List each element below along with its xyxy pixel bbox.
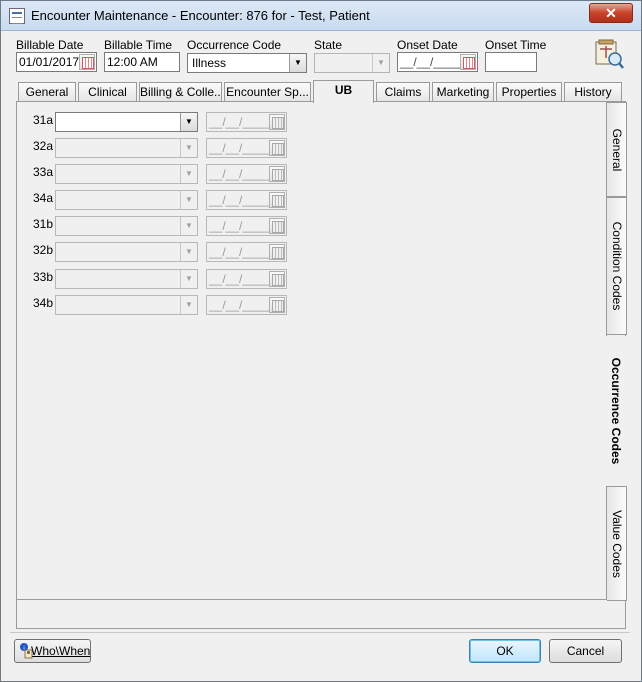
occurrence-date-value: __/__/____ xyxy=(209,141,270,155)
occurrence-code-combo[interactable]: ▼ xyxy=(55,112,198,132)
onset-time-label: Onset Time xyxy=(485,38,547,52)
chevron-down-icon[interactable]: ▼ xyxy=(180,139,197,157)
occurrence-date-field[interactable]: __/__/____ xyxy=(206,242,287,262)
side-tab-condition-codes-label: Condition Codes xyxy=(609,221,624,311)
who-when-button[interactable]: i Who\When xyxy=(14,639,91,663)
row-label: 32b xyxy=(33,243,54,257)
side-tab-value-codes[interactable]: Value Codes xyxy=(607,486,627,601)
occurrence-date-field[interactable]: __/__/____ xyxy=(206,295,287,315)
occurrence-date-value: __/__/____ xyxy=(209,219,270,233)
calendar-icon[interactable] xyxy=(79,54,95,70)
occurrence-date-field[interactable]: __/__/____ xyxy=(206,164,287,184)
occurrence-code-combo[interactable]: ▼ xyxy=(55,164,198,184)
occurrence-date-field[interactable]: __/__/____ xyxy=(206,269,287,289)
tab-properties[interactable]: Properties xyxy=(496,82,562,102)
occurrence-date-field[interactable]: __/__/____ xyxy=(206,138,287,158)
occurrence-date-value: __/__/____ xyxy=(209,167,270,181)
occurrence-date-field[interactable]: __/__/____ xyxy=(206,112,287,132)
chevron-down-icon[interactable]: ▼ xyxy=(180,243,197,261)
occurrence-date-value: __/__/____ xyxy=(209,193,270,207)
chevron-down-icon[interactable]: ▼ xyxy=(180,296,197,314)
calendar-icon[interactable] xyxy=(269,192,285,208)
ub-tab-panel: General Condition Codes Occurrence Codes… xyxy=(16,101,627,629)
row-label: 31b xyxy=(33,217,54,231)
window-title: Encounter Maintenance - Encounter: 876 f… xyxy=(31,8,370,23)
chevron-down-icon[interactable]: ▼ xyxy=(180,191,197,209)
occurrence-code-label: Occurrence Code xyxy=(187,38,282,52)
calendar-icon[interactable] xyxy=(269,218,285,234)
calendar-icon[interactable] xyxy=(460,54,476,70)
app-icon xyxy=(9,8,25,24)
onset-date-value: __/__/____ xyxy=(400,55,461,69)
side-tab-general[interactable]: General xyxy=(607,102,627,197)
row-label: 32a xyxy=(33,139,54,153)
billable-date-label: Billable Date xyxy=(16,38,84,52)
chevron-down-icon[interactable]: ▼ xyxy=(180,165,197,183)
title-bar: Encounter Maintenance - Encounter: 876 f… xyxy=(1,1,641,31)
occurrence-date-value: __/__/____ xyxy=(209,298,270,312)
billable-time-field[interactable]: 12:00 AM xyxy=(104,52,180,72)
row-label: 33b xyxy=(33,270,54,284)
calendar-icon[interactable] xyxy=(269,166,285,182)
occurrence-code-combo[interactable]: ▼ xyxy=(55,242,198,262)
close-button[interactable]: ✕ xyxy=(589,3,633,23)
calendar-icon[interactable] xyxy=(269,271,285,287)
occurrence-date-field[interactable]: __/__/____ xyxy=(206,190,287,210)
chevron-down-icon[interactable]: ▼ xyxy=(180,217,197,235)
user-info-icon: i xyxy=(20,643,33,659)
tab-billing-collections[interactable]: Billing & Colle... xyxy=(139,82,222,102)
state-label: State xyxy=(314,38,343,52)
occurrence-date-value: __/__/____ xyxy=(209,272,270,286)
tab-clinical[interactable]: Clinical xyxy=(78,82,137,102)
occurrence-code-combo[interactable]: ▼ xyxy=(55,295,198,315)
onset-date-label: Onset Date xyxy=(397,38,458,52)
occurrence-code-combo[interactable]: ▼ xyxy=(55,190,198,210)
occurrence-date-field[interactable]: __/__/____ xyxy=(206,216,287,236)
footer-divider xyxy=(10,632,630,633)
lookup-magnifier-icon[interactable] xyxy=(593,38,625,70)
billable-date-field[interactable]: 01/01/2017 xyxy=(16,52,97,72)
chevron-down-icon[interactable]: ▼ xyxy=(372,54,389,72)
occurrence-date-value: __/__/____ xyxy=(209,245,270,259)
occurrence-code-combo[interactable]: ▼ xyxy=(55,269,198,289)
occurrence-code-value: Illness xyxy=(192,56,227,70)
svg-text:i: i xyxy=(23,646,24,652)
side-tab-occurrence-codes-label: Occurrence Codes xyxy=(609,357,623,465)
cancel-button[interactable]: Cancel xyxy=(549,639,622,663)
onset-date-field[interactable]: __/__/____ xyxy=(397,52,478,72)
side-tab-occurrence-codes[interactable]: Occurrence Codes xyxy=(605,336,627,486)
calendar-icon[interactable] xyxy=(269,244,285,260)
occurrence-code-combo[interactable]: ▼ xyxy=(55,216,198,236)
tab-claims[interactable]: Claims xyxy=(376,82,430,102)
tab-marketing[interactable]: Marketing xyxy=(432,82,494,102)
tab-history[interactable]: History xyxy=(564,82,622,102)
side-tab-condition-codes[interactable]: Condition Codes xyxy=(607,197,627,335)
calendar-icon[interactable] xyxy=(269,140,285,156)
calendar-icon[interactable] xyxy=(269,297,285,313)
occurrence-code-select[interactable]: Illness ▼ xyxy=(187,53,307,73)
side-tab-value-codes-label: Value Codes xyxy=(609,509,624,578)
tab-encounter-specific[interactable]: Encounter Sp... xyxy=(224,82,311,102)
tab-general[interactable]: General xyxy=(18,82,76,102)
ok-button[interactable]: OK xyxy=(469,639,541,663)
billable-time-value: 12:00 AM xyxy=(107,55,158,69)
billable-date-value: 01/01/2017 xyxy=(19,55,80,69)
occurrence-code-combo[interactable]: ▼ xyxy=(55,138,198,158)
billable-time-label: Billable Time xyxy=(104,38,173,52)
calendar-icon[interactable] xyxy=(269,114,285,130)
tab-ub[interactable]: UB xyxy=(313,80,374,103)
row-label: 33a xyxy=(33,165,54,179)
chevron-down-icon[interactable]: ▼ xyxy=(180,113,197,131)
chevron-down-icon[interactable]: ▼ xyxy=(180,270,197,288)
occurrence-date-value: __/__/____ xyxy=(209,115,270,129)
row-label: 31a xyxy=(33,113,54,127)
onset-time-field[interactable] xyxy=(485,52,537,72)
chevron-down-icon[interactable]: ▼ xyxy=(289,54,306,72)
who-when-label: Who\When xyxy=(31,644,91,658)
main-tab-strip: General Clinical Billing & Colle... Enco… xyxy=(16,80,626,103)
row-label: 34b xyxy=(33,296,54,310)
row-label: 34a xyxy=(33,191,54,205)
side-tab-general-label: General xyxy=(609,128,624,171)
state-select[interactable]: ▼ xyxy=(314,53,390,73)
